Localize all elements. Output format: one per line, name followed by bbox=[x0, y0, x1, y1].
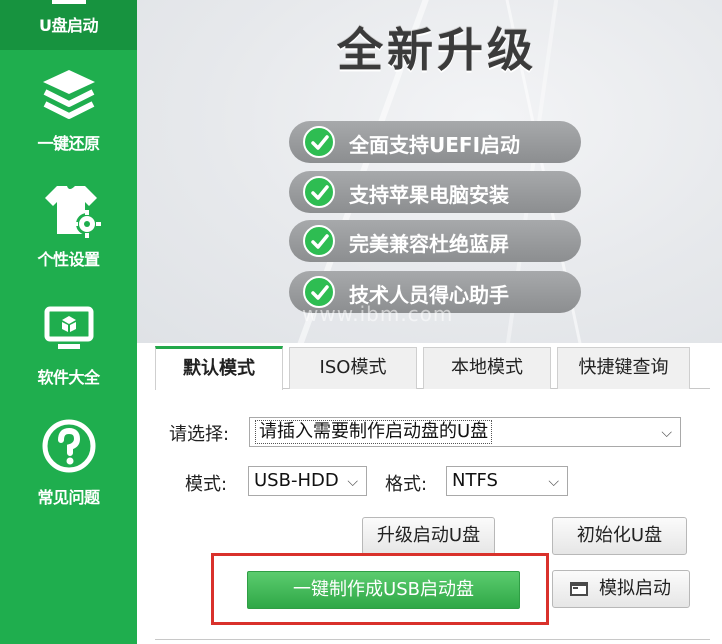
check-icon bbox=[303, 126, 335, 158]
watermark: www.ibm.com bbox=[302, 302, 454, 326]
feature-pill: 完美兼容杜绝蓝屏 bbox=[289, 220, 581, 262]
sidebar-item-one-key-restore[interactable]: 一键还原 bbox=[0, 60, 137, 160]
sidebar: U盘启动 一键还原 个性设置 软件大全 常见问题 bbox=[0, 0, 137, 644]
tab-iso-mode[interactable]: ISO模式 bbox=[289, 347, 417, 389]
chevron-down-icon: ⌵ bbox=[347, 474, 358, 490]
feature-text: 完美兼容杜绝蓝屏 bbox=[349, 232, 509, 256]
feature-pill: 支持苹果电脑安装 bbox=[289, 171, 581, 213]
default-mode-panel: 请选择: 请插入需要制作启动盘的U盘 ⌵ 模式: USB-HDD ⌵ 格式: N… bbox=[137, 390, 722, 644]
create-bootable-usb-button[interactable]: 一键制作成USB启动盘 bbox=[247, 571, 520, 609]
mode-select[interactable]: USB-HDD ⌵ bbox=[248, 466, 367, 496]
format-label: 格式: bbox=[385, 474, 428, 495]
usb-icon bbox=[52, 0, 86, 4]
mode-label: 模式: bbox=[185, 474, 228, 495]
sidebar-item-personal-settings[interactable]: 个性设置 bbox=[0, 178, 137, 278]
tab-shortcut-query[interactable]: 快捷键查询 bbox=[557, 347, 690, 389]
tab-local-mode[interactable]: 本地模式 bbox=[423, 347, 551, 389]
mode-tabs: 默认模式 ISO模式 本地模式 快捷键查询 bbox=[137, 343, 722, 390]
upgrade-usb-button[interactable]: 升级启动U盘 bbox=[362, 517, 495, 555]
promo-banner: 全新升级 全面支持UEFI启动 支持苹果电脑安装 完美兼容杜绝蓝屏 技术人员得心… bbox=[137, 0, 722, 343]
device-select-value: 请插入需要制作启动盘的U盘 bbox=[255, 420, 493, 444]
simulate-boot-button[interactable]: 模拟启动 bbox=[552, 570, 690, 608]
app-window: U盘启动 一键还原 个性设置 软件大全 常见问题 全新升级 全面支持UEFI启动… bbox=[0, 0, 722, 644]
initialize-usb-button[interactable]: 初始化U盘 bbox=[552, 517, 687, 555]
bottom-divider bbox=[155, 639, 710, 640]
shirt-gear-icon bbox=[44, 186, 101, 238]
sidebar-item-label: 个性设置 bbox=[37, 250, 100, 269]
sidebar-item-software[interactable]: 软件大全 bbox=[0, 296, 137, 396]
device-select[interactable]: 请插入需要制作启动盘的U盘 ⌵ bbox=[249, 417, 681, 447]
format-select[interactable]: NTFS ⌵ bbox=[446, 466, 568, 496]
feature-pill: 全面支持UEFI启动 bbox=[289, 121, 581, 163]
check-icon bbox=[303, 176, 335, 208]
format-select-value: NTFS bbox=[452, 470, 498, 491]
sidebar-item-faq[interactable]: 常见问题 bbox=[0, 412, 137, 512]
tab-default-mode[interactable]: 默认模式 bbox=[155, 346, 283, 390]
banner-title: 全新升级 bbox=[337, 23, 537, 77]
feature-text: 支持苹果电脑安装 bbox=[349, 183, 509, 207]
mode-select-value: USB-HDD bbox=[254, 470, 339, 491]
help-icon bbox=[42, 419, 95, 473]
sidebar-item-label: 常见问题 bbox=[37, 488, 100, 507]
chevron-down-icon: ⌵ bbox=[661, 425, 672, 441]
simulate-boot-label: 模拟启动 bbox=[599, 578, 671, 599]
sidebar-item-label: U盘启动 bbox=[39, 16, 99, 35]
check-icon bbox=[303, 225, 335, 257]
select-label: 请选择: bbox=[169, 424, 230, 445]
sidebar-item-u-disk-boot[interactable]: U盘启动 bbox=[0, 0, 137, 50]
sidebar-item-label: 一键还原 bbox=[37, 134, 100, 153]
sidebar-item-label: 软件大全 bbox=[37, 368, 100, 387]
monitor-icon bbox=[44, 306, 93, 349]
layers-icon bbox=[42, 70, 95, 119]
feature-text: 全面支持UEFI启动 bbox=[349, 133, 521, 157]
terminal-icon bbox=[570, 582, 588, 596]
chevron-down-icon: ⌵ bbox=[548, 474, 559, 490]
